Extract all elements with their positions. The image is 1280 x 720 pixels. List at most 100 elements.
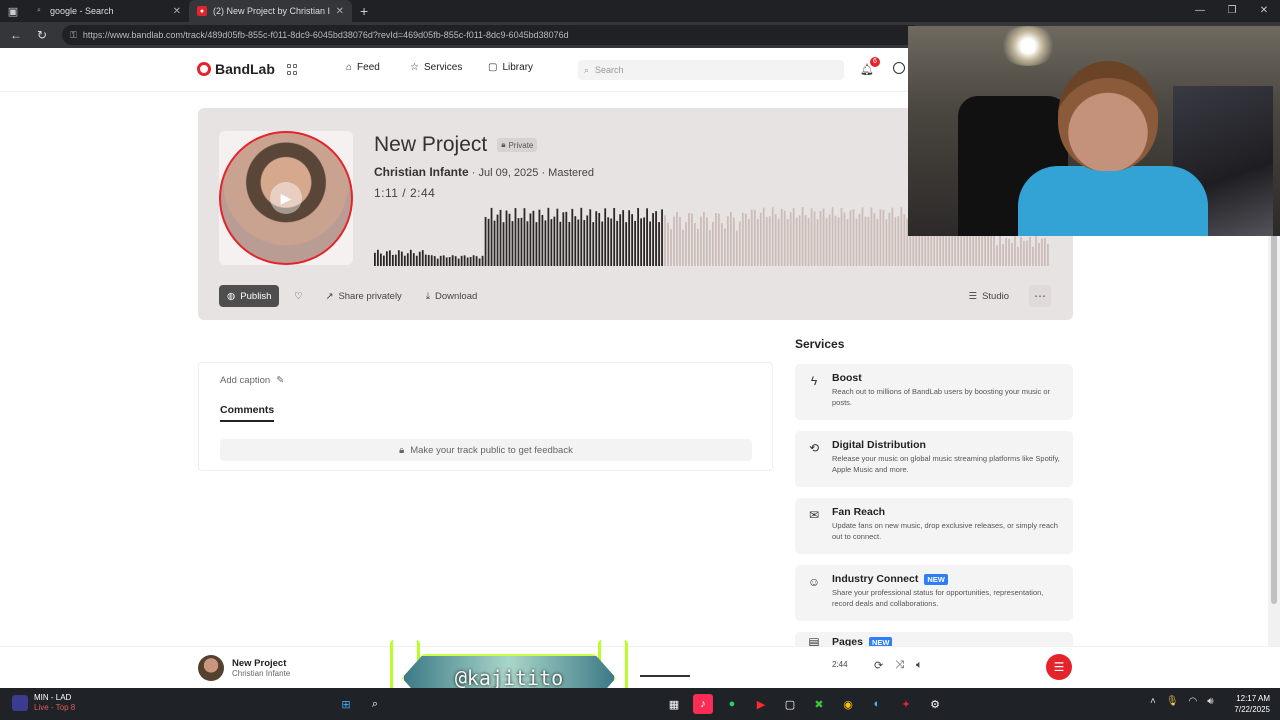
share-privately-button[interactable]: ↗ Share privately (317, 285, 409, 307)
waveform-bar (457, 258, 460, 266)
waveform-bar (625, 222, 628, 266)
service-description: Share your professional status for oppor… (832, 588, 1044, 608)
play-icon: ▶ (280, 189, 292, 206)
waveform-bar (783, 210, 786, 266)
waveform-bar (595, 211, 598, 266)
bandlab-logo[interactable]: BandLab (197, 61, 275, 77)
studio-icon: ☰ (968, 290, 978, 302)
waveform-bar (415, 255, 418, 266)
waveform-bar (723, 228, 726, 266)
browser-tab-google[interactable]: ⌕ google - Search ✕ (26, 0, 189, 22)
close-icon[interactable]: ✕ (173, 6, 181, 17)
shuffle-icon[interactable]: ⤨ (895, 659, 904, 672)
player-thumbnail[interactable] (198, 655, 224, 681)
waveform-bar (1023, 240, 1025, 266)
xbox-icon[interactable]: ✖ (809, 694, 829, 714)
settings-icon[interactable]: ⚙ (925, 694, 945, 714)
edge-icon[interactable]: ◐ (867, 694, 887, 714)
microphone-icon[interactable]: 🎙︎ (1166, 696, 1179, 707)
back-icon[interactable]: ← (6, 28, 26, 42)
service-pages[interactable]: ▤ Pages NEW (795, 632, 1073, 646)
windows-taskbar: MIN - LAD Live - Top 8 ⊞ ⌕ ▦ ♪ ● ▶ ▢ ✖ ◉… (0, 688, 1280, 720)
waveform-bar (406, 253, 409, 266)
artist-link[interactable]: Christian Infante (374, 165, 469, 179)
download-button[interactable]: ⤓ Download (418, 285, 485, 307)
close-window-icon[interactable]: ✕ (1248, 0, 1280, 22)
player-track-title[interactable]: New Project (232, 658, 286, 669)
speaker-icon[interactable]: 🔊︎ (1207, 696, 1213, 707)
service-fan-reach[interactable]: ✉ Fan Reach Update fans on new music, dr… (795, 498, 1073, 554)
windows-start-icon[interactable]: ⊞ (336, 694, 356, 714)
nav-services[interactable]: ☆ Services (410, 62, 462, 73)
waveform-bar (484, 216, 487, 266)
bandlab-app-icon[interactable]: ✦ (896, 694, 916, 714)
tab-comments[interactable]: Comments (220, 404, 275, 422)
track-actions-right: ☰ Studio ⋯ (961, 285, 1051, 307)
search-input[interactable]: ⌕ Search (578, 60, 844, 80)
url-field[interactable]: ⚿ https://www.bandlab.com/track/489d05fb… (62, 25, 922, 45)
nav-library[interactable]: ▢ Library (488, 62, 533, 73)
browser-tab-bandlab[interactable]: ● (2) New Project by Christian Infante ✕ (189, 0, 352, 22)
waveform-bar (646, 208, 648, 266)
sports-widget[interactable]: MIN - LAD Live - Top 8 (12, 693, 75, 713)
publish-button[interactable]: ◍ Publish (219, 285, 280, 307)
spotify-icon[interactable]: ● (722, 694, 742, 714)
waveform-bar (1005, 238, 1007, 266)
waveform-bar (499, 209, 502, 266)
minimize-icon[interactable]: — (1184, 0, 1216, 22)
chrome-icon[interactable]: ◉ (838, 694, 858, 714)
waveform-bar (891, 207, 894, 266)
search-icon[interactable]: ⌕ (365, 694, 385, 714)
waveform-bar (700, 216, 702, 266)
wifi-icon[interactable]: ◠ (1189, 696, 1198, 707)
queue-button[interactable]: ☰ (1046, 654, 1072, 680)
tab-menu-icon[interactable]: ▣ (0, 0, 26, 22)
book-icon: ▢ (488, 62, 498, 73)
service-boost[interactable]: ϟ Boost Reach out to millions of BandLab… (795, 364, 1073, 420)
waveform-bar (649, 221, 651, 266)
waveform-bar (511, 221, 514, 266)
music-app-icon[interactable]: ♪ (693, 694, 713, 714)
studio-button[interactable]: ☰ Studio (961, 285, 1017, 307)
waveform-bar (589, 209, 592, 266)
volume-icon[interactable]: 🔈︎ (916, 659, 923, 672)
notes-icon[interactable]: ▢ (780, 694, 800, 714)
waveform-bar (876, 218, 879, 266)
maximize-icon[interactable]: ❐ (1216, 0, 1248, 22)
waveform-bar (379, 253, 382, 266)
service-name-row: Boost (832, 372, 862, 384)
reload-icon[interactable]: ↻ (32, 28, 52, 42)
chat-icon[interactable] (893, 62, 905, 74)
waveform-bar (466, 257, 469, 266)
add-caption-button[interactable]: Add caption ✎ (220, 375, 284, 386)
player-progress[interactable] (640, 675, 690, 677)
waveform-bar (685, 222, 687, 266)
service-description: Release your music on global music strea… (832, 454, 1060, 474)
apps-grid-icon[interactable] (287, 64, 299, 76)
lock-icon: 🔒︎ (399, 444, 405, 456)
player-artist[interactable]: Christian Infante (232, 669, 290, 678)
waveform-bar (427, 254, 430, 266)
like-button[interactable]: ♡ (287, 285, 309, 307)
more-button[interactable]: ⋯ (1029, 285, 1051, 307)
publish-label: Publish (240, 290, 272, 302)
waveform-bar (682, 229, 684, 266)
file-manager-icon[interactable]: ▦ (664, 694, 684, 714)
service-digital-distribution[interactable]: ⟲ Digital Distribution Release your musi… (795, 431, 1073, 487)
repeat-icon[interactable]: ⟳ (874, 659, 883, 672)
score-line: MIN - LAD (34, 693, 72, 702)
nav-feed[interactable]: ⌂ Feed (346, 62, 380, 73)
close-icon[interactable]: ✕ (336, 6, 344, 17)
waveform-bar (1017, 246, 1019, 266)
new-tab-icon[interactable]: + (352, 3, 376, 19)
system-clock[interactable]: 12:17 AM 7/22/2025 (1226, 693, 1270, 715)
waveform-bar (391, 254, 394, 266)
site-info-icon[interactable]: ⚿ (70, 30, 77, 41)
waveform-bar (1026, 240, 1028, 266)
taskbar-apps: ⊞ ⌕ ▦ ♪ ● ▶ ▢ ✖ ◉ ◐ ✦ ⚙ (336, 694, 945, 714)
service-industry-connect[interactable]: ☺ Industry Connect NEW Share your profes… (795, 565, 1073, 621)
chevron-up-icon[interactable]: ˄ (1150, 696, 1156, 707)
youtube-icon[interactable]: ▶ (751, 694, 771, 714)
waveform-bar (712, 221, 714, 266)
play-button[interactable]: ▶ (270, 182, 302, 214)
